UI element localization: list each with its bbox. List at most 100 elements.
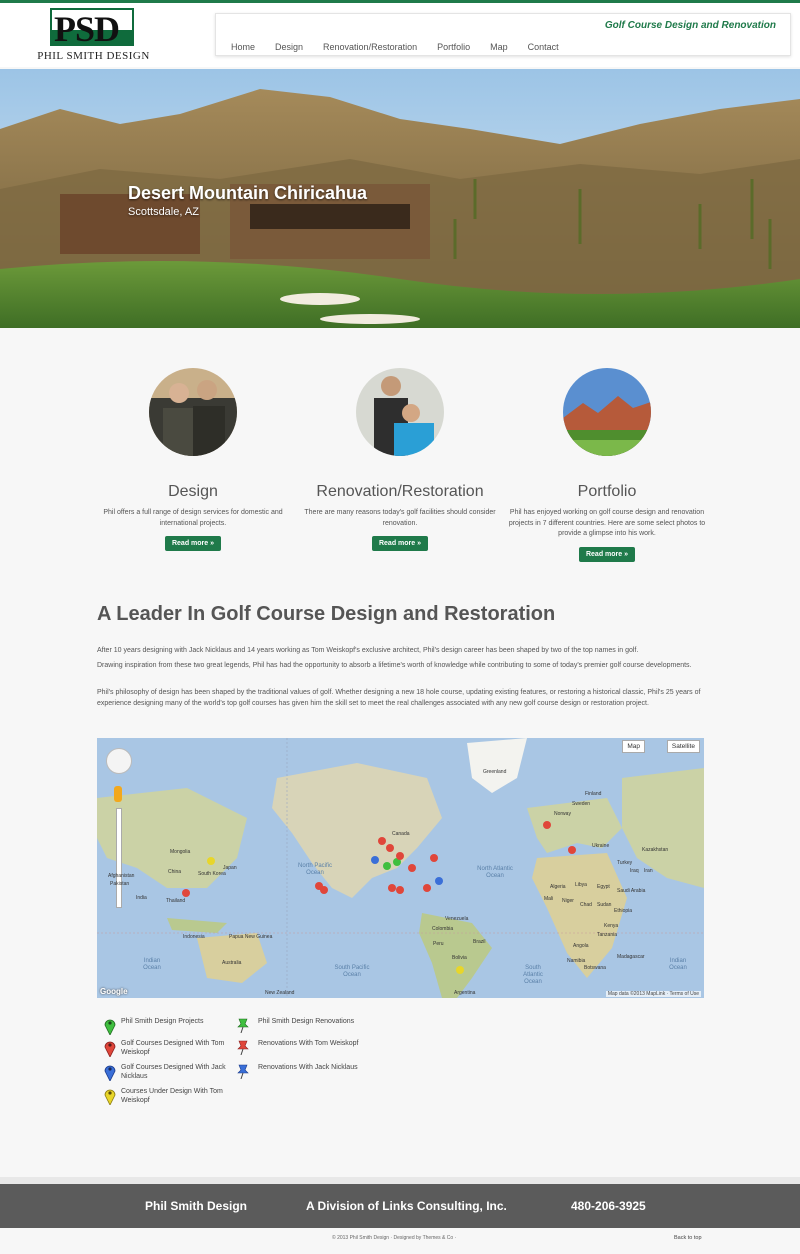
world-map[interactable]: Map Satellite Greenland Canada Mongolia …	[97, 738, 704, 998]
feature-design: Design Phil offers a full range of desig…	[93, 368, 293, 551]
yellow-marker-icon	[104, 1089, 116, 1105]
hero-image	[0, 69, 800, 328]
nav-home[interactable]: Home	[231, 42, 255, 52]
nav-renovation[interactable]: Renovation/Restoration	[323, 42, 417, 52]
design-photo	[149, 368, 237, 456]
map-type-satellite-button[interactable]: Satellite	[666, 740, 700, 753]
red-marker-icon	[104, 1041, 116, 1057]
paragraph: Drawing inspiration from these two great…	[97, 662, 692, 669]
map-label: Pakistan	[110, 881, 130, 887]
nav-portfolio[interactable]: Portfolio	[437, 42, 470, 52]
map-label: South Korea	[198, 871, 226, 877]
legend-label: Golf Courses Designed With Jack Nicklaus	[121, 1064, 226, 1080]
section-title: A Leader In Golf Course Design and Resto…	[97, 603, 556, 625]
legend-label: Phil Smith Design Renovations	[258, 1018, 355, 1025]
map-label: Ukraine	[592, 843, 610, 849]
legend-item: Renovations With Jack Nicklaus	[236, 1063, 376, 1083]
ocean-label: South Atlantic Ocean	[523, 965, 543, 985]
logo-letters: PSD	[54, 9, 120, 46]
map-label: Botswana	[584, 965, 606, 971]
map-label: Ethiopia	[614, 908, 633, 914]
map-label: India	[136, 895, 147, 901]
map-label: Egypt	[597, 884, 610, 890]
map-label: Kazakhstan	[642, 847, 669, 853]
back-to-top-link[interactable]: Back to top	[674, 1235, 702, 1241]
ocean-label: Indian Ocean	[669, 958, 687, 971]
hero-banner: Desert Mountain Chiricahua Scottsdale, A…	[0, 69, 800, 328]
legend-item: Golf Courses Designed With Tom Weiskopf	[104, 1039, 244, 1063]
renovation-photo	[356, 368, 444, 456]
map-label: Mongolia	[170, 849, 191, 855]
map-label: Tanzania	[597, 932, 618, 938]
map-label: Brazil	[473, 939, 486, 945]
map-label: Chad	[580, 902, 592, 908]
red-pin-icon	[237, 1040, 249, 1055]
feature-renovation: Renovation/Restoration There are many re…	[300, 368, 500, 551]
read-more-button[interactable]: Read more »	[578, 546, 636, 562]
green-marker-icon	[104, 1019, 116, 1035]
footer-division: A Division of Links Consulting, Inc.	[306, 1199, 507, 1213]
read-more-button[interactable]: Read more »	[371, 536, 429, 551]
legend-label: Golf Courses Designed With Tom Weiskopf	[121, 1040, 225, 1056]
map-attribution[interactable]: Map data ©2013 MapLink · Terms of Use	[605, 991, 701, 997]
portfolio-photo	[563, 368, 651, 456]
logo-name: PHIL SMITH DESIGN	[37, 50, 150, 62]
map-label: Niger	[562, 898, 574, 904]
legend-label: Renovations With Jack Nicklaus	[258, 1064, 358, 1071]
map-label: Turkey	[617, 860, 633, 866]
map-label: Greenland	[483, 769, 507, 775]
map-label: Peru	[433, 941, 444, 947]
read-more-button[interactable]: Read more »	[164, 536, 222, 551]
map-label: Finland	[585, 791, 602, 797]
zoom-slider[interactable]	[116, 808, 122, 908]
map-label: Kenya	[604, 923, 619, 929]
legend-item: Phil Smith Design Projects	[104, 1017, 244, 1037]
map-label: Norway	[554, 811, 571, 817]
map-type-map-button[interactable]: Map	[622, 740, 645, 753]
map-label: Thailand	[166, 898, 186, 904]
map-label: China	[168, 869, 182, 875]
green-pin-icon	[237, 1018, 249, 1033]
nav-design[interactable]: Design	[275, 42, 303, 52]
feature-text: There are many reasons today's golf faci…	[304, 509, 496, 527]
map-canvas	[97, 738, 704, 998]
nav-map[interactable]: Map	[490, 42, 508, 52]
map-label: Iraq	[630, 868, 639, 874]
footer-company: Phil Smith Design	[145, 1199, 248, 1213]
ocean-label: North Atlantic Ocean	[477, 866, 513, 879]
map-label: Australia	[222, 960, 242, 966]
copyright: © 2013 Phil Smith Design · Designed by T…	[332, 1235, 457, 1241]
map-label: Iran	[644, 868, 653, 874]
map-label: Madagascar	[617, 954, 645, 960]
map-label: Algeria	[550, 884, 566, 890]
paragraph: Phil's philosophy of design has been sha…	[97, 689, 701, 707]
ocean-label: Indian Ocean	[143, 958, 161, 971]
footer-phone[interactable]: 480-206-3925	[571, 1199, 646, 1213]
feature-portfolio: Portfolio Phil has enjoyed working on go…	[507, 368, 707, 562]
feature-text: Phil has enjoyed working on golf course …	[508, 509, 706, 537]
legend-item: Phil Smith Design Renovations	[236, 1017, 376, 1037]
legend-item: Courses Under Design With Tom Weiskopf	[104, 1087, 244, 1111]
map-label: Libya	[575, 882, 587, 888]
legend-item: Golf Courses Designed With Jack Nicklaus	[104, 1063, 244, 1087]
map-label: Namibia	[567, 958, 586, 964]
map-label: Canada	[392, 831, 410, 837]
feature-text: Phil offers a full range of design servi…	[103, 509, 283, 527]
ocean-label: North Pacific Ocean	[297, 863, 332, 876]
street-view-pegman-icon[interactable]	[114, 786, 122, 802]
feature-heading: Portfolio	[577, 483, 637, 500]
hero-title: Desert Mountain Chiricahua	[128, 183, 368, 203]
google-logo: Google	[100, 987, 128, 996]
site-header: PSD PHIL SMITH DESIGN Golf Course Design…	[0, 3, 800, 67]
map-label: Papua New Guinea	[229, 934, 273, 940]
feature-heading: Design	[168, 483, 218, 500]
map-label: Mali	[544, 896, 554, 902]
logo[interactable]: PSD PHIL SMITH DESIGN	[36, 8, 151, 66]
pan-control-icon[interactable]	[106, 748, 132, 774]
legend-label: Courses Under Design With Tom Weiskopf	[121, 1088, 223, 1104]
ocean-label: South Pacific Ocean	[334, 965, 370, 978]
map-label: Afghanistan	[108, 873, 135, 879]
nav-contact[interactable]: Contact	[528, 42, 559, 52]
blue-pin-icon	[237, 1064, 249, 1079]
feature-heading: Renovation/Restoration	[316, 483, 484, 500]
